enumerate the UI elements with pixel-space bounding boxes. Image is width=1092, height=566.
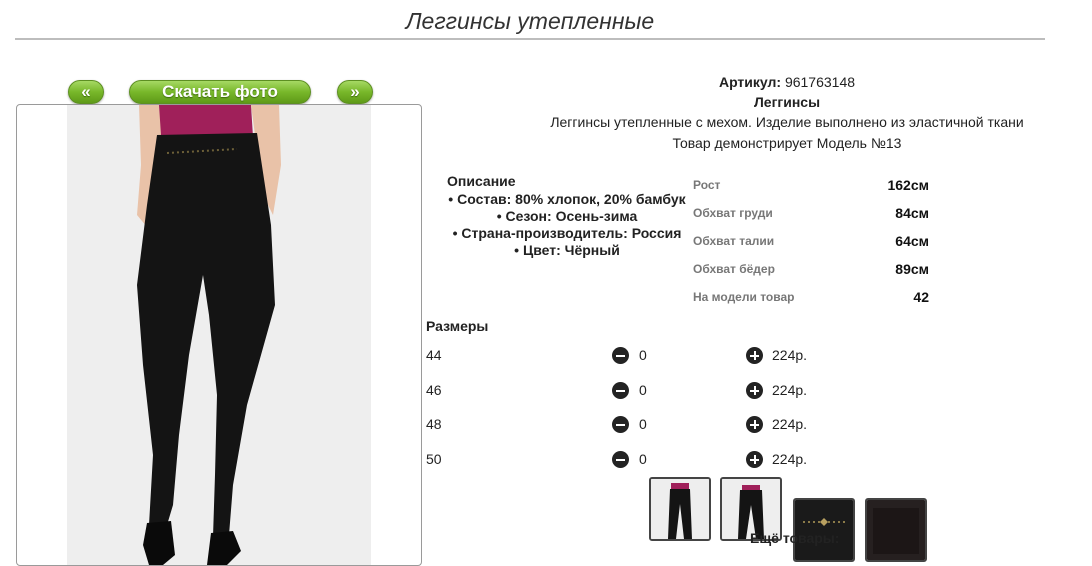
- measurement-label: Обхват груди: [693, 206, 773, 220]
- size-label: 50: [426, 451, 442, 467]
- article-label: Артикул:: [718, 74, 782, 90]
- size-label: 46: [426, 382, 442, 398]
- size-label: 48: [426, 416, 442, 432]
- minus-icon[interactable]: [612, 382, 629, 399]
- measurement-value: 64см: [895, 233, 929, 249]
- measurement-row: На модели товар 42: [693, 289, 929, 318]
- product-photo-frame: [16, 104, 422, 566]
- measurement-value: 42: [913, 289, 929, 305]
- plus-icon[interactable]: [746, 347, 763, 364]
- measurement-value: 89см: [895, 261, 929, 277]
- minus-icon[interactable]: [612, 451, 629, 468]
- size-price: 224р.: [772, 416, 808, 432]
- minus-icon[interactable]: [612, 347, 629, 364]
- size-quantity: 0: [639, 451, 647, 467]
- product-photo[interactable]: [67, 105, 371, 565]
- details-item: Сезон: Осень-зима: [436, 208, 698, 225]
- download-photo-button[interactable]: Скачать фото: [129, 80, 311, 104]
- measurement-label: Обхват бёдер: [693, 262, 775, 276]
- photo-thumbnail[interactable]: [865, 498, 927, 562]
- prev-photo-button[interactable]: «: [68, 80, 104, 104]
- measurement-label: Обхват талии: [693, 234, 775, 248]
- measurement-label: Рост: [693, 178, 721, 192]
- product-category: Леггинсы: [753, 94, 821, 110]
- product-description: Леггинсы утепленные с мехом. Изделие вып…: [550, 114, 1024, 130]
- model-note: Товар демонстрирует Модель №13: [672, 135, 902, 151]
- measurement-label: На модели товар: [693, 290, 795, 304]
- size-price: 224р.: [772, 347, 808, 363]
- size-price: 224р.: [772, 451, 808, 467]
- plus-icon[interactable]: [746, 416, 763, 433]
- size-price: 224р.: [772, 382, 808, 398]
- details-list: Состав: 80% хлопок, 20% бамбук Сезон: Ос…: [436, 191, 698, 259]
- model-measurements: Рост 162см Обхват груди 84см Обхват тали…: [693, 177, 929, 318]
- measurement-value: 84см: [895, 205, 929, 221]
- thumbnail-image: [651, 479, 709, 539]
- details-item: Цвет: Чёрный: [436, 242, 698, 259]
- size-quantity: 0: [639, 347, 647, 363]
- next-photo-button[interactable]: »: [337, 80, 373, 104]
- measurement-row: Обхват бёдер 89см: [693, 261, 929, 290]
- sizes-header: Размеры: [426, 318, 489, 334]
- leggings-model-image: [67, 105, 371, 565]
- measurement-row: Обхват талии 64см: [693, 233, 929, 262]
- more-products-header: Ещё товары:: [750, 530, 840, 546]
- size-row: 48 0 224р.: [426, 416, 826, 436]
- page-title: Леггинсы утепленные: [405, 8, 655, 34]
- details-item: Страна-производитель: Россия: [436, 225, 698, 242]
- measurement-value: 162см: [887, 177, 929, 193]
- photo-thumbnail[interactable]: [649, 477, 711, 541]
- details-header: Описание: [447, 173, 516, 189]
- size-row: 44 0 224р.: [426, 347, 826, 367]
- size-quantity: 0: [639, 416, 647, 432]
- thumbnail-image: [867, 500, 925, 560]
- plus-icon[interactable]: [746, 382, 763, 399]
- details-item: Состав: 80% хлопок, 20% бамбук: [436, 191, 698, 208]
- size-row: 50 0 224р.: [426, 451, 826, 471]
- plus-icon[interactable]: [746, 451, 763, 468]
- article-value: 961763148: [784, 74, 856, 90]
- article-line: Артикул: 961763148: [546, 74, 1028, 90]
- title-divider: [15, 38, 1045, 40]
- measurement-row: Обхват груди 84см: [693, 205, 929, 234]
- measurement-row: Рост 162см: [693, 177, 929, 206]
- size-label: 44: [426, 347, 442, 363]
- minus-icon[interactable]: [612, 416, 629, 433]
- details-block: Описание Состав: 80% хлопок, 20% бамбук …: [436, 173, 698, 259]
- size-row: 46 0 224р.: [426, 382, 826, 402]
- size-quantity: 0: [639, 382, 647, 398]
